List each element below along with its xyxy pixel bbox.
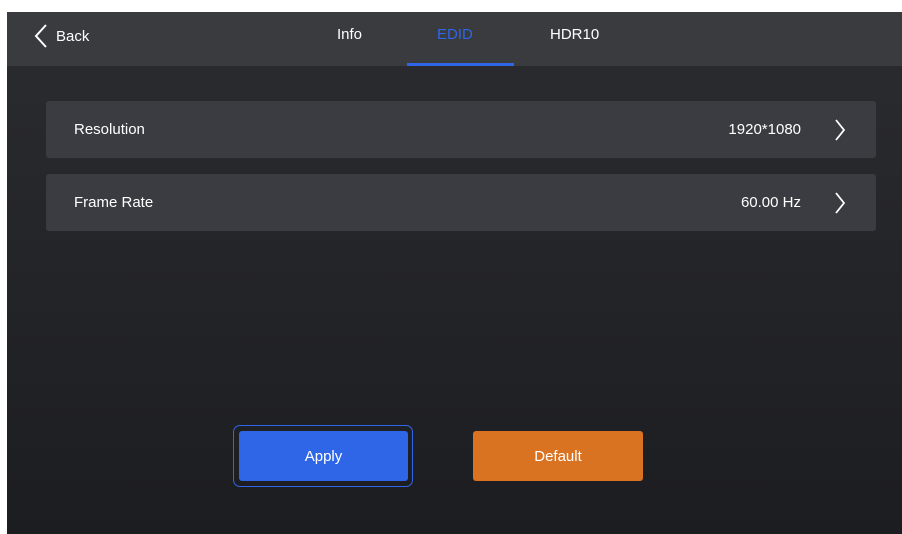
frame-rate-row[interactable]: Frame Rate 60.00 Hz: [46, 174, 876, 231]
frame-rate-value: 60.00 Hz: [740, 194, 801, 211]
apply-button-label: Apply: [304, 447, 343, 465]
default-button[interactable]: Default: [473, 431, 643, 481]
tab-info-label: Info: [337, 26, 363, 43]
resolution-label: Resolution: [74, 121, 145, 138]
tab-info[interactable]: Info: [337, 26, 362, 43]
chevron-right-icon: [835, 192, 846, 214]
back-label: Back: [56, 27, 90, 45]
edid-settings-screen: Back Info EDID HDR10 Resolution 1920*108…: [7, 12, 902, 534]
apply-button[interactable]: Apply: [239, 431, 408, 481]
chevron-right-icon: [835, 119, 846, 141]
default-button-label: Default: [534, 447, 582, 465]
active-tab-indicator: [407, 63, 514, 66]
chevron-left-icon: [34, 24, 47, 48]
tab-hdr10[interactable]: HDR10: [550, 26, 599, 43]
back-button[interactable]: Back: [34, 22, 89, 50]
tab-hdr10-label: HDR10: [550, 26, 600, 43]
tab-edid[interactable]: EDID: [437, 26, 473, 43]
top-bar: Back Info EDID HDR10: [7, 12, 902, 66]
resolution-row[interactable]: Resolution 1920*1080: [46, 101, 876, 158]
resolution-value: 1920*1080: [728, 121, 801, 138]
frame-rate-label: Frame Rate: [74, 194, 154, 211]
tab-edid-label: EDID: [437, 26, 473, 43]
